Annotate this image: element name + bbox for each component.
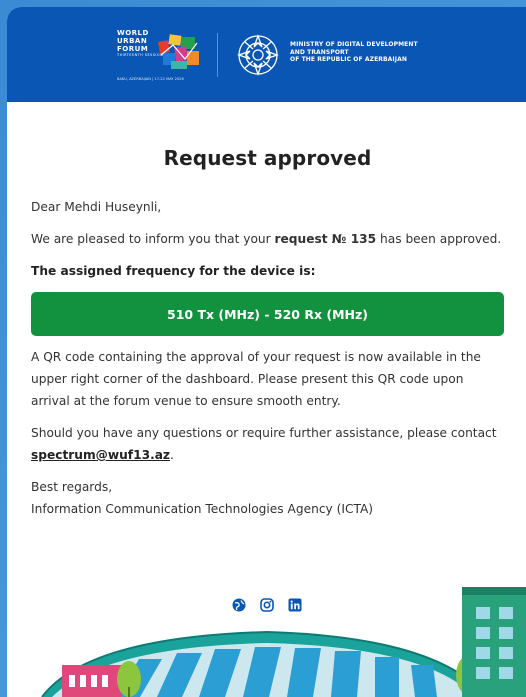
frequency-label: The assigned frequency for the device is… — [31, 264, 316, 278]
ministry-line-1: MINISTRY OF DIGITAL DEVELOPMENT — [290, 41, 418, 48]
frequency-banner: 510 Tx (MHz) - 520 Rx (MHz) — [31, 292, 504, 336]
footer-illustration — [41, 587, 526, 697]
approval-message: We are pleased to inform you that your r… — [31, 228, 504, 250]
email-body: Request approved Dear Mehdi Huseynli, We… — [7, 146, 526, 520]
ministry-emblem-icon — [237, 34, 279, 76]
contact-email-link[interactable]: spectrum@wuf13.az — [31, 448, 170, 462]
email-header: WORLD URBAN FORUM THIRTEENTH SESSION BAK… — [7, 7, 526, 102]
ministry-line-2: AND TRANSPORT — [290, 48, 349, 56]
approval-suffix: has been approved. — [376, 232, 502, 246]
email-card: WORLD URBAN FORUM THIRTEENTH SESSION BAK… — [7, 7, 526, 697]
ministry-line-3: OF THE REPUBLIC OF AZERBAIJAN — [290, 56, 407, 63]
frequency-value: 510 Tx (MHz) - 520 Rx (MHz) — [167, 306, 368, 322]
wuf-subtitle: BAKU, AZERBAIJAN | 17-22 MAY 2026 — [117, 77, 184, 81]
wuf-logo: WORLD URBAN FORUM THIRTEENTH SESSION BAK… — [117, 29, 209, 85]
greeting: Dear Mehdi Huseynli, — [31, 200, 162, 214]
approval-prefix: We are pleased to inform you that your — [31, 232, 275, 246]
qr-code-message: A QR code containing the approval of you… — [31, 350, 481, 408]
contact-message: Should you have any questions or require… — [31, 422, 504, 466]
page-title: Request approved — [163, 146, 372, 170]
wuf-art-icon — [158, 34, 199, 69]
signature: Information Communication Technologies A… — [31, 502, 374, 516]
header-divider — [217, 33, 218, 77]
contact-prefix: Should you have any questions or require… — [31, 426, 497, 440]
contact-suffix: . — [170, 448, 174, 462]
request-number: request № 135 — [274, 232, 377, 246]
regards: Best regards, — [31, 480, 113, 494]
ministry-name: MINISTRY OF DIGITAL DEVELOPMENT AND TRAN… — [290, 41, 418, 64]
